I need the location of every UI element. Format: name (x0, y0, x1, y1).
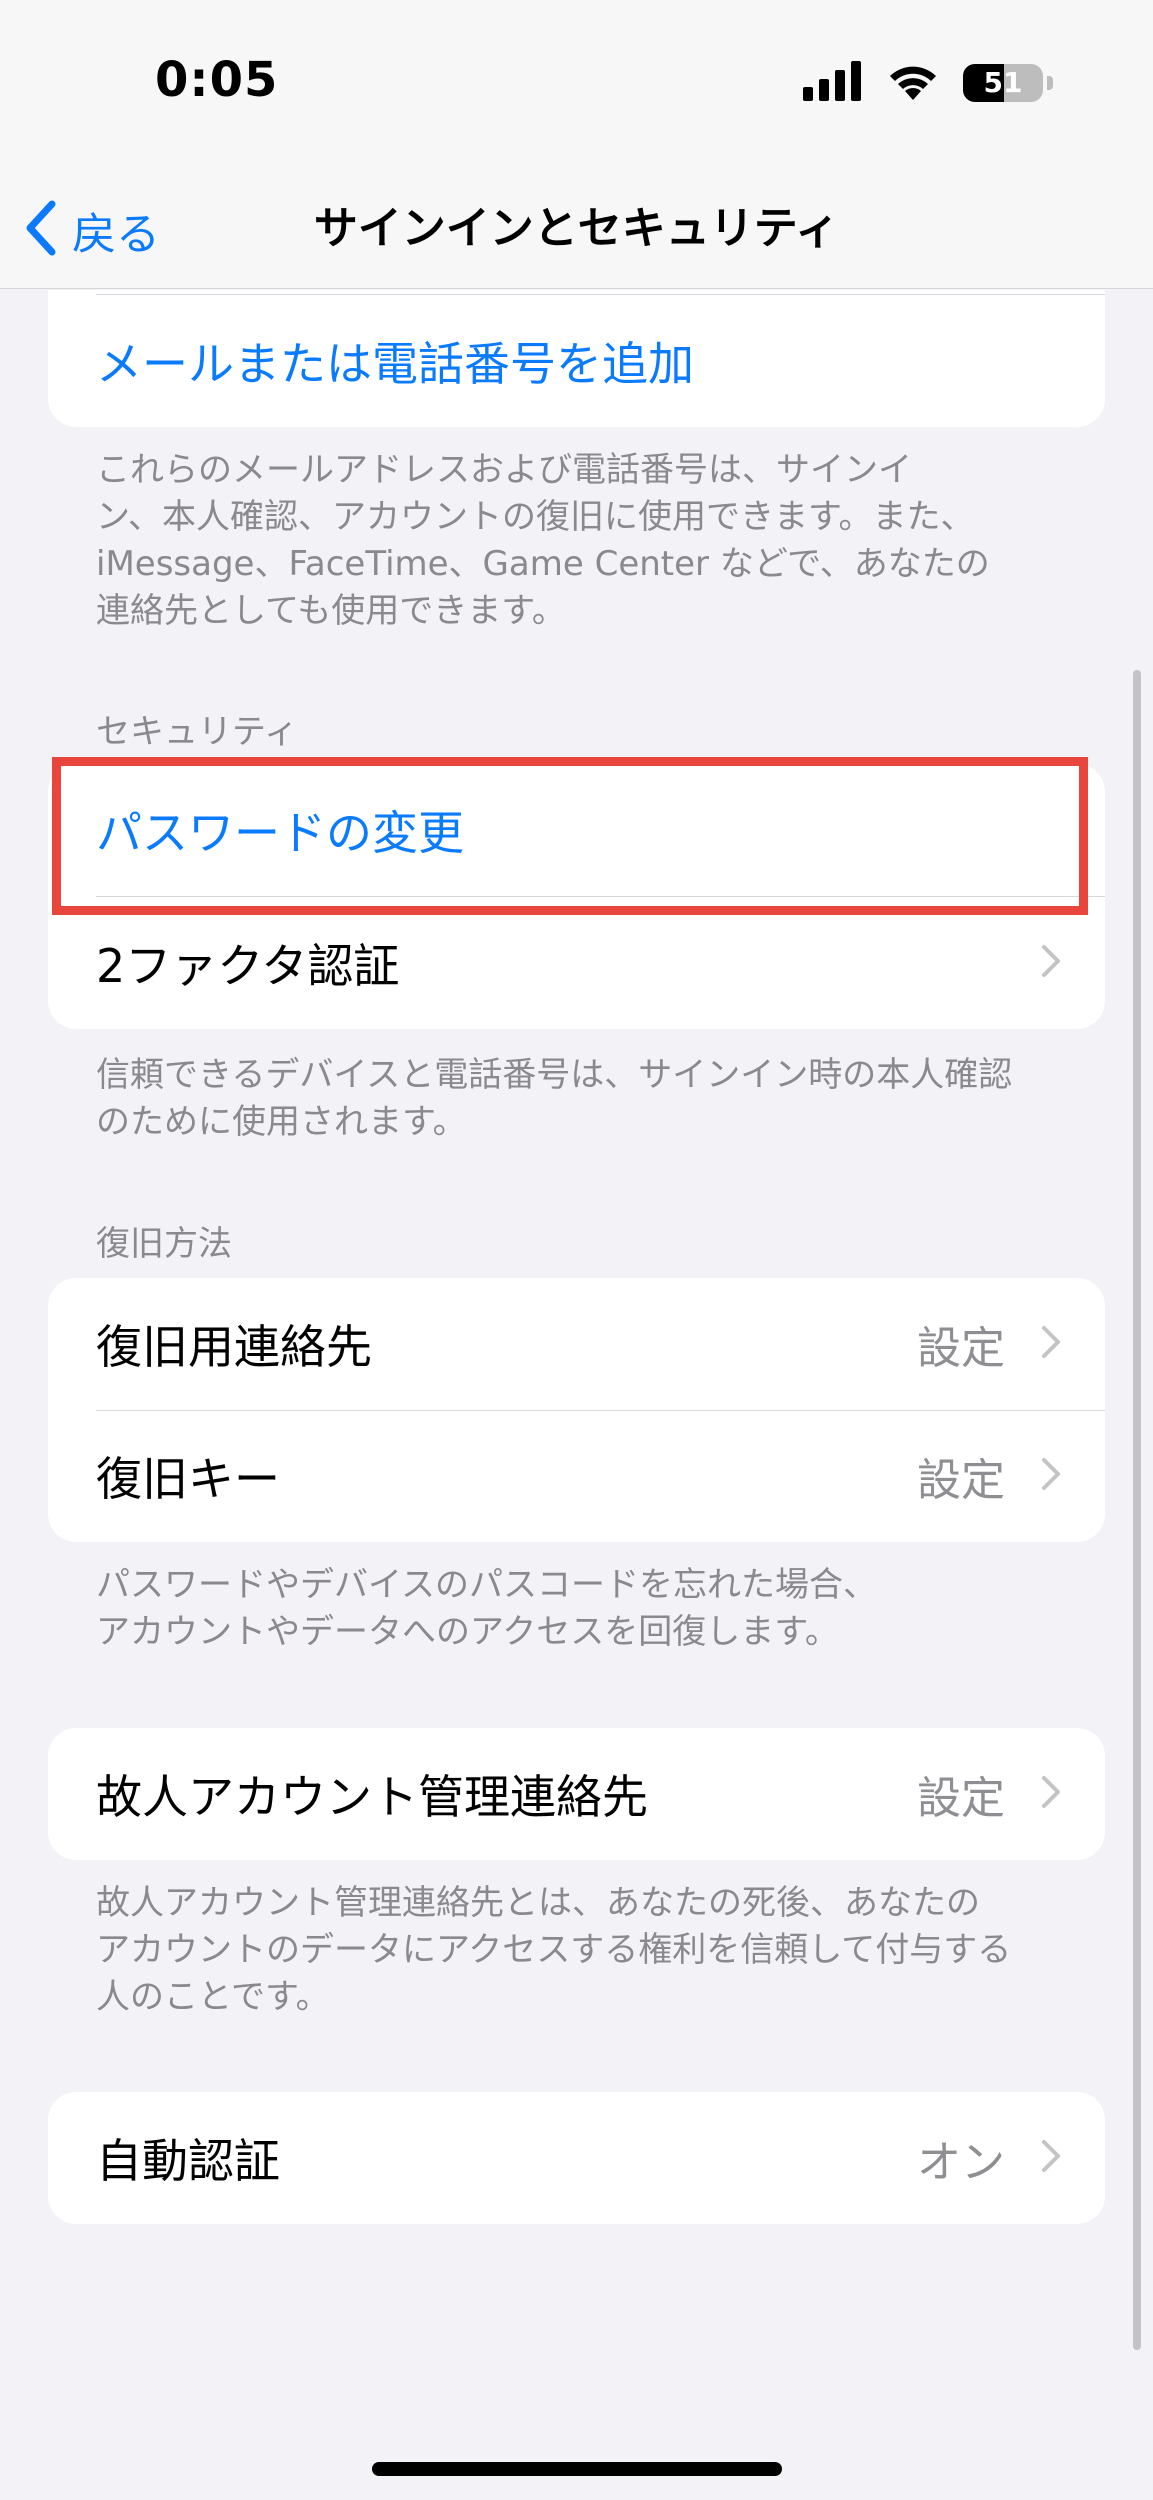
chevron-right-icon (1041, 1775, 1061, 1813)
recovery-card: 復旧用連絡先 設定 復旧キー 設定 (48, 1278, 1105, 1542)
status-bar: 0:05 51 (0, 0, 1153, 170)
signal-icon (803, 61, 863, 105)
footnote-line: これらのメールアドレスおよび電話番号は、サインイ (96, 450, 912, 490)
navigation-bar: 戻る サインインとセキュリティ (0, 170, 1153, 289)
footnote-line: 故人アカウント管理連絡先とは、あなたの死後、あなたの (96, 1883, 980, 1923)
battery-icon: 51 (963, 64, 1043, 102)
contact-card: メールまたは電話番号を追加 (48, 290, 1105, 427)
security-card: パスワードの変更 2ファクタ認証 (48, 764, 1105, 1029)
battery-tip (1047, 76, 1053, 90)
auto-verify-row[interactable]: 自動認証 オン (48, 2092, 1105, 2224)
legacy-contact-card: 故人アカウント管理連絡先 設定 (48, 1728, 1105, 1860)
contact-footnote: これらのメールアドレスおよび電話番号は、サインイ ン、本人確認、アカウントの復旧… (96, 447, 1076, 635)
add-email-or-phone-label: メールまたは電話番号を追加 (96, 337, 694, 391)
recovery-key-label: 復旧キー (96, 1452, 280, 1506)
recovery-key-value: 設定 (917, 1455, 1005, 1506)
page-title: サインインとセキュリティ (313, 203, 840, 254)
recovery-contact-row[interactable]: 復旧用連絡先 設定 (48, 1278, 1105, 1410)
recovery-key-row[interactable]: 復旧キー 設定 (48, 1410, 1105, 1542)
legacy-contact-label: 故人アカウント管理連絡先 (96, 1770, 648, 1824)
chevron-right-icon (1041, 2139, 1061, 2177)
status-time: 0:05 (155, 52, 279, 108)
add-email-or-phone-button[interactable]: メールまたは電話番号を追加 (48, 295, 1105, 427)
battery-level: 51 (983, 66, 1023, 99)
footnote-line: 信頼できるデバイスと電話番号は、サインイン時の本人確認 (96, 1055, 1013, 1095)
status-icons: 51 (803, 60, 1053, 106)
scroll-indicator[interactable] (1133, 670, 1141, 2350)
security-section-header: セキュリティ (96, 712, 298, 752)
chevron-right-icon (1041, 1457, 1061, 1495)
recovery-footnote: パスワードやデバイスのパスコードを忘れた場合、 アカウントやデータへのアクセスを… (96, 1562, 1076, 1656)
two-factor-auth-row[interactable]: 2ファクタ認証 (48, 897, 1105, 1029)
chevron-right-icon (1041, 1325, 1061, 1363)
footnote-line: iMessage、FaceTime、Game Center などで、あなたの (96, 544, 990, 584)
recovery-contact-value: 設定 (917, 1323, 1005, 1374)
auto-verify-label: 自動認証 (96, 2134, 280, 2188)
legacy-contact-row[interactable]: 故人アカウント管理連絡先 設定 (48, 1728, 1105, 1860)
footnote-line: アカウントのデータにアクセスする権利を信頼して付与する (96, 1930, 1012, 1970)
footnote-line: パスワードやデバイスのパスコードを忘れた場合、 (96, 1565, 877, 1605)
security-footnote: 信頼できるデバイスと電話番号は、サインイン時の本人確認 のために使用されます。 (96, 1052, 1076, 1146)
footnote-line: のために使用されます。 (96, 1102, 467, 1142)
home-indicator[interactable] (372, 2462, 782, 2476)
recovery-section-header: 復旧方法 (96, 1224, 232, 1264)
settings-screen: 0:05 51 戻る サインインとセキュリティ メールまたは電話番号を追加 これ… (0, 0, 1153, 2500)
auto-verify-value: オン (917, 2137, 1005, 2188)
footnote-line: 人のことです。 (96, 1977, 330, 2017)
change-password-button[interactable]: パスワードの変更 (48, 764, 1105, 896)
chevron-right-icon (1041, 944, 1061, 982)
auto-verify-card: 自動認証 オン (48, 2092, 1105, 2224)
wifi-icon (885, 60, 941, 106)
recovery-contact-label: 復旧用連絡先 (96, 1320, 372, 1374)
change-password-label: パスワードの変更 (96, 806, 464, 860)
legacy-footnote: 故人アカウント管理連絡先とは、あなたの死後、あなたの アカウントのデータにアクセ… (96, 1880, 1076, 2021)
footnote-line: ン、本人確認、アカウントの復旧に使用できます。また、 (96, 497, 975, 537)
two-factor-auth-label: 2ファクタ認証 (96, 939, 400, 993)
legacy-contact-value: 設定 (917, 1773, 1005, 1824)
footnote-line: 連絡先としても使用できます。 (96, 591, 566, 631)
footnote-line: アカウントやデータへのアクセスを回復します。 (96, 1612, 839, 1652)
